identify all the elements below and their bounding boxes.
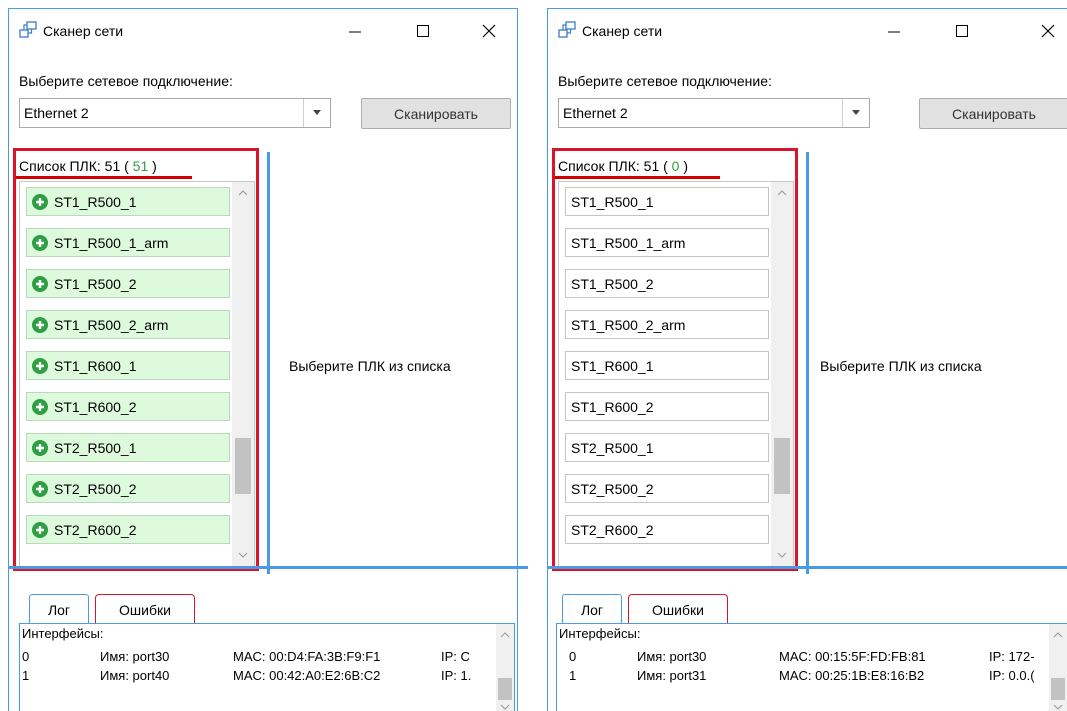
tab-errors[interactable]: Ошибки	[95, 594, 195, 624]
chevron-down-icon	[500, 704, 510, 710]
chevron-up-icon	[500, 632, 510, 638]
scroll-thumb[interactable]	[1051, 678, 1065, 700]
window-title: Сканер сети	[43, 23, 124, 39]
interface-ip: IP: 1.	[441, 668, 472, 683]
connection-dropdown[interactable]: Ethernet 2	[558, 98, 870, 128]
scroll-thumb[interactable]	[498, 678, 512, 700]
horizontal-splitter[interactable]	[8, 566, 528, 569]
vertical-splitter[interactable]	[806, 152, 809, 574]
interface-ip: IP: 0.0.(	[989, 668, 1035, 683]
tab-log[interactable]: Лог	[562, 594, 622, 624]
interface-index: 0	[22, 649, 30, 664]
chevron-down-icon	[1053, 704, 1063, 710]
dropdown-arrow[interactable]	[842, 99, 869, 127]
minimize-icon	[888, 31, 900, 33]
maximize-button[interactable]	[942, 17, 982, 45]
minimize-button[interactable]	[335, 17, 375, 45]
log-header: Интерфейсы:	[22, 626, 104, 641]
highlight-frame	[13, 148, 259, 571]
close-button[interactable]	[469, 17, 509, 45]
interface-name: Имя: port30	[100, 649, 170, 664]
close-button[interactable]	[1028, 17, 1067, 45]
scroll-up-button[interactable]	[496, 628, 514, 642]
window-title: Сканер сети	[582, 23, 663, 39]
minimize-icon	[349, 31, 361, 33]
connection-dropdown[interactable]: Ethernet 2	[19, 98, 331, 128]
chevron-up-icon	[1053, 632, 1063, 638]
connection-value: Ethernet 2	[563, 105, 628, 121]
tab-log[interactable]: Лог	[29, 594, 89, 624]
network-scanner-window-left: Сканер сети Выберите сетевое подключение…	[8, 8, 518, 711]
highlight-frame	[552, 148, 798, 571]
chevron-down-icon	[313, 110, 321, 115]
select-plc-hint: Выберите ПЛК из списка	[820, 358, 982, 374]
select-plc-hint: Выберите ПЛК из списка	[289, 358, 451, 374]
connection-label: Выберите сетевое подключение:	[558, 73, 772, 89]
maximize-icon	[956, 25, 968, 37]
interface-name: Имя: port31	[637, 668, 707, 683]
interface-index: 0	[569, 649, 577, 664]
scan-button[interactable]: Сканировать	[919, 98, 1067, 129]
interface-mac: MAC: 00:D4:FA:3B:F9:F1	[233, 649, 381, 664]
title-bar[interactable]: Сканер сети	[548, 9, 1067, 51]
log-header: Интерфейсы:	[559, 626, 641, 641]
log-row: 1 Имя: port31 MAC: 00:25:1B:E8:16:B2 IP:…	[557, 668, 1051, 686]
interface-index: 1	[22, 668, 30, 683]
minimize-button[interactable]	[874, 17, 914, 45]
interface-name: Имя: port30	[637, 649, 707, 664]
interface-index: 1	[569, 668, 577, 683]
maximize-button[interactable]	[403, 17, 443, 45]
chevron-down-icon	[852, 110, 860, 115]
network-scanner-app-icon	[19, 21, 37, 38]
log-scrollbar[interactable]	[496, 624, 514, 711]
vertical-splitter[interactable]	[267, 152, 270, 574]
close-icon	[482, 24, 496, 38]
tab-errors[interactable]: Ошибки	[628, 594, 728, 624]
log-row: 0 Имя: port30 MAC: 00:D4:FA:3B:F9:F1 IP:…	[20, 649, 496, 667]
network-scanner-window-right: Сканер сети Выберите сетевое подключение…	[547, 8, 1067, 711]
log-row: 0 Имя: port30 MAC: 00:15:5F:FD:FB:81 IP:…	[557, 649, 1051, 667]
interface-name: Имя: port40	[100, 668, 170, 683]
scroll-down-button[interactable]	[496, 700, 514, 711]
scan-button[interactable]: Сканировать	[361, 98, 511, 129]
horizontal-splitter[interactable]	[547, 566, 1067, 569]
interface-mac: MAC: 00:25:1B:E8:16:B2	[779, 668, 925, 683]
scroll-down-button[interactable]	[1049, 700, 1067, 711]
maximize-icon	[417, 25, 429, 37]
scroll-up-button[interactable]	[1049, 628, 1067, 642]
interface-mac: MAC: 00:42:A0:E2:6B:C2	[233, 668, 381, 683]
log-panel: Интерфейсы: 0 Имя: port30 MAC: 00:15:5F:…	[556, 623, 1067, 711]
title-bar[interactable]: Сканер сети	[9, 9, 517, 51]
log-row: 1 Имя: port40 MAC: 00:42:A0:E2:6B:C2 IP:…	[20, 668, 496, 686]
interface-mac: MAC: 00:15:5F:FD:FB:81	[779, 649, 926, 664]
connection-value: Ethernet 2	[24, 105, 89, 121]
interface-ip: IP: 172-	[989, 649, 1035, 664]
network-scanner-app-icon	[558, 21, 576, 38]
connection-label: Выберите сетевое подключение:	[19, 73, 233, 89]
interface-ip: IP: C	[441, 649, 470, 664]
log-scrollbar[interactable]	[1049, 624, 1067, 711]
dropdown-arrow[interactable]	[303, 99, 330, 127]
log-panel: Интерфейсы: 0 Имя: port30 MAC: 00:D4:FA:…	[19, 623, 515, 711]
close-icon	[1041, 24, 1055, 38]
